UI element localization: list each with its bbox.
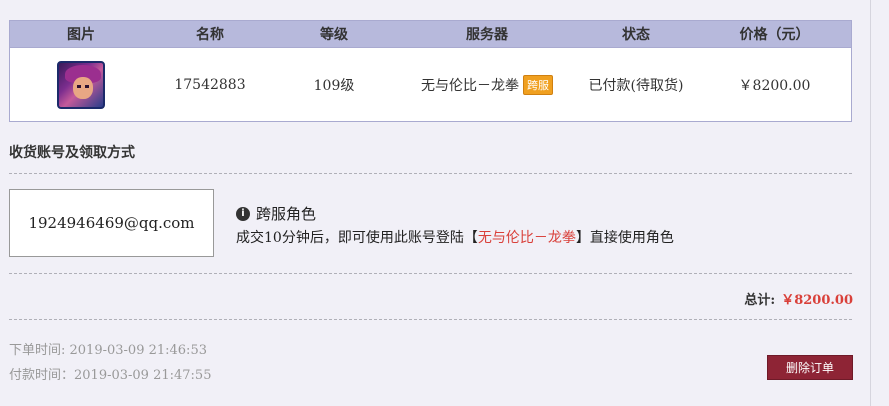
info-description: 成交10分钟后，即可使用此账号登陆【无与伦比－龙拳】直接使用角色 — [236, 227, 674, 247]
header-name: 名称 — [196, 27, 224, 43]
header-image: 图片 — [67, 27, 95, 43]
info-desc-suffix: 】直接使用角色 — [575, 230, 674, 246]
total-amount: ￥8200.00 — [781, 293, 853, 308]
info-desc-prefix: 成交10分钟后，即可使用此账号登陆【 — [236, 230, 478, 246]
delete-order-button[interactable]: 删除订单 — [767, 355, 853, 380]
cell-level: 109级 — [313, 77, 355, 94]
delivery-account-box: 1924946469@qq.com — [9, 189, 214, 257]
server-name: 无与伦比－龙拳 — [421, 77, 519, 94]
info-desc-server: 无与伦比－龙拳 — [477, 230, 576, 246]
cross-server-badge: 跨服 — [523, 74, 553, 95]
cell-image — [10, 60, 152, 109]
payment-time: 付款时间：2019-03-09 21:47:55 — [9, 368, 212, 383]
header-level: 等级 — [320, 27, 348, 43]
divider — [9, 319, 852, 320]
delivery-section-title: 收货账号及领取方式 — [9, 145, 135, 161]
game-character-avatar-icon[interactable] — [57, 60, 105, 109]
divider — [9, 173, 852, 174]
order-table: 图片 名称 等级 服务器 状态 价格（元） 17542883 109级 无与伦比… — [9, 20, 852, 122]
total-label: 总计: — [744, 293, 776, 308]
info-title: 跨服角色 — [256, 205, 317, 223]
header-server: 服务器 — [466, 27, 508, 43]
table-row: 17542883 109级 无与伦比－龙拳 跨服 已付款(待取货) ￥8200.0… — [10, 48, 851, 121]
cell-name: 17542883 — [174, 76, 246, 93]
order-total: 总计: ￥8200.00 — [744, 289, 853, 308]
table-header: 图片 名称 等级 服务器 状态 价格（元） — [10, 21, 851, 48]
cell-status: 已付款(待取货) — [588, 77, 684, 94]
scrollbar-track[interactable] — [870, 0, 871, 406]
header-status: 状态 — [622, 27, 650, 43]
header-price: 价格（元） — [739, 27, 810, 43]
info-icon: i — [236, 207, 250, 221]
cell-server: 无与伦比－龙拳 跨服 — [400, 74, 574, 95]
divider — [9, 273, 852, 274]
cell-price: ￥8200.00 — [738, 77, 811, 94]
order-time: 下单时间: 2019-03-09 21:46:53 — [9, 343, 207, 358]
